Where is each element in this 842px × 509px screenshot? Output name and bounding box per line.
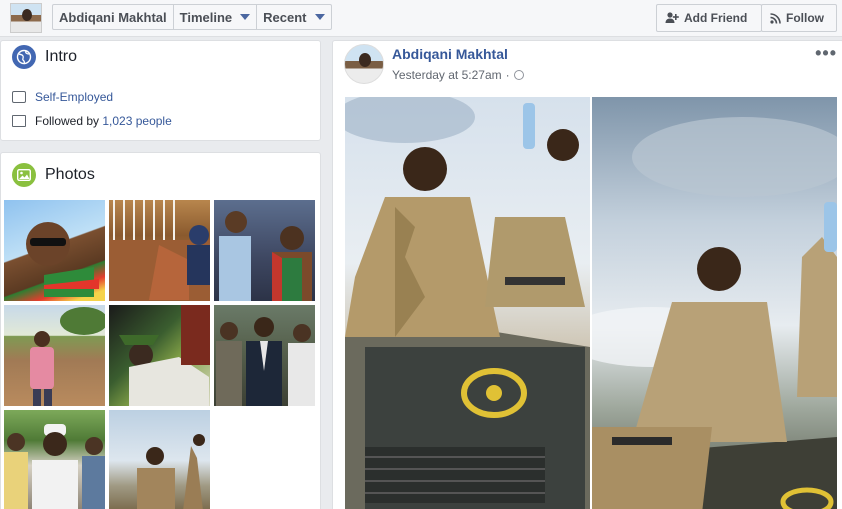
intro-header: Intro [12,45,77,69]
post-author-avatar[interactable] [344,44,384,84]
intro-title: Intro [45,48,78,65]
photo-icon [12,163,36,187]
post-meta: Yesterday at 5:27am · [392,68,524,82]
public-icon[interactable] [513,70,524,80]
followers-icon [12,115,26,127]
add-friend-icon [665,12,679,23]
intro-card: Intro Self-Employed Followed by 1,023 pe… [0,40,321,141]
tab-recent[interactable]: Recent [257,5,330,29]
photo-thumbnail[interactable] [109,200,210,301]
globe-icon [12,45,36,69]
intro-followers-row: Followed by 1,023 people [12,114,172,128]
chevron-down-icon [240,14,251,20]
post-photo[interactable] [345,97,590,509]
photos-card: Photos [0,152,321,509]
header-avatar[interactable] [10,3,42,33]
chevron-down-icon [314,14,325,20]
photo-thumbnail[interactable] [4,200,105,301]
followers-count-link[interactable]: 1,023 people [102,114,171,128]
photo-thumbnail[interactable] [4,305,105,406]
work-link[interactable]: Self-Employed [35,90,113,104]
post-photo[interactable] [592,97,837,509]
briefcase-icon [12,91,26,103]
follow-label: Follow [786,11,824,25]
tab-timeline[interactable]: Timeline [174,5,258,29]
photos-header: Photos [12,163,95,187]
photos-title: Photos [45,166,95,183]
tab-profile-name[interactable]: Abdiqani Makhtal [53,5,174,29]
photo-thumbnail[interactable] [214,305,315,406]
followers-prefix: Followed by [35,114,103,128]
intro-work-row: Self-Employed [12,90,113,104]
timeline-post: Abdiqani Makhtal Yesterday at 5:27am · •… [332,40,842,509]
timeline-header-bar: Abdiqani Makhtal Timeline Recent Add Fri… [0,0,842,37]
tab-label: Recent [263,9,307,25]
rss-icon [770,12,781,24]
meta-separator: · [505,68,510,82]
photo-thumbnail[interactable] [4,410,105,509]
photo-thumbnail[interactable] [109,305,210,406]
timeline-tabs: Abdiqani Makhtal Timeline Recent [52,4,332,30]
follow-button[interactable]: Follow [761,4,837,32]
post-options-button[interactable]: ••• [815,43,837,64]
add-friend-button[interactable]: Add Friend [656,4,762,32]
tab-label: Timeline [179,9,233,25]
post-author-name[interactable]: Abdiqani Makhtal [392,46,508,62]
tab-label: Abdiqani Makhtal [59,9,167,25]
post-timestamp[interactable]: Yesterday at 5:27am [392,68,502,82]
add-friend-label: Add Friend [684,11,748,25]
photo-thumbnail[interactable] [109,410,210,509]
photo-thumbnail[interactable] [214,200,315,301]
